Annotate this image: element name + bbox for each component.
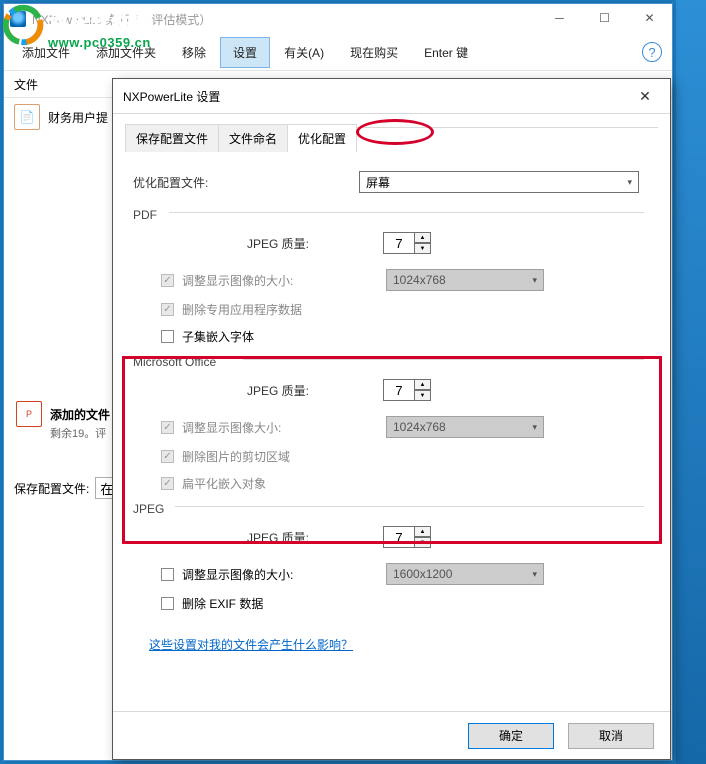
file-sub: 剩余19。评 [50, 425, 110, 441]
jpeg-resize-select: 1600x1200▾ [386, 563, 544, 585]
pdf-appdata-check [161, 303, 174, 316]
file-name: 财务用户提 [48, 109, 108, 126]
pdf-resize-select: 1024x768▾ [386, 269, 544, 291]
pdf-quality-spinner[interactable]: ▲▼ [383, 232, 431, 254]
menu-about[interactable]: 有关(A) [272, 38, 336, 67]
spin-up-icon[interactable]: ▲ [415, 526, 431, 537]
ok-button[interactable]: 确定 [468, 723, 554, 749]
minimize-button[interactable]: ─ [537, 4, 582, 32]
added-file-row[interactable]: P 添加的文件 剩余19。评 [16, 399, 110, 441]
maximize-button[interactable]: ☐ [582, 4, 627, 32]
office-crop-check [161, 450, 174, 463]
watermark-logo [2, 2, 48, 48]
spin-down-icon[interactable]: ▼ [415, 390, 431, 401]
pdf-subset-label: 子集嵌入字体 [182, 328, 254, 345]
office-flatten-label: 扁平化嵌入对象 [182, 475, 266, 492]
office-resize-label: 调整显示图像大小: [182, 419, 378, 436]
chevron-down-icon: ▾ [532, 569, 537, 580]
office-quality-input[interactable] [383, 379, 415, 401]
office-resize-check [161, 421, 174, 434]
jpeg-exif-label: 删除 EXIF 数据 [182, 595, 263, 612]
dialog-titlebar: NXPowerLite 设置 ✕ [113, 79, 670, 113]
jpeg-quality-label: JPEG 质量: [133, 382, 333, 399]
save-profile-label: 保存配置文件: [14, 480, 89, 497]
chevron-down-icon: ▾ [627, 177, 632, 188]
menu-settings[interactable]: 设置 [220, 37, 270, 68]
menu-buy[interactable]: 现在购买 [338, 38, 410, 67]
chevron-down-icon: ▾ [532, 275, 537, 286]
help-icon[interactable]: ? [642, 42, 662, 62]
spin-down-icon[interactable]: ▼ [415, 537, 431, 548]
ppt-icon: 📄 [14, 104, 40, 130]
office-flatten-check [161, 477, 174, 490]
window-title: NXPowerLite 桌面 7（评估模式） [32, 11, 211, 28]
settings-dialog: NXPowerLite 设置 ✕ 保存配置文件 文件命名 优化配置 优化配置文件… [112, 78, 671, 760]
cancel-button[interactable]: 取消 [568, 723, 654, 749]
dialog-tabs: 保存配置文件 文件命名 优化配置 [125, 124, 658, 152]
menu-enter-key[interactable]: Enter 键 [412, 38, 480, 67]
tab-optimize[interactable]: 优化配置 [287, 124, 357, 152]
file-name: 添加的文件 [50, 406, 110, 423]
pdf-quality-input[interactable] [383, 232, 415, 254]
close-icon[interactable]: ✕ [630, 83, 660, 109]
pdf-section-title: PDF [133, 208, 650, 222]
spin-up-icon[interactable]: ▲ [415, 379, 431, 390]
desktop-background [676, 0, 706, 764]
profile-value: 屏幕 [366, 174, 390, 191]
office-resize-select: 1024x768▾ [386, 416, 544, 438]
ppt-icon: P [16, 401, 42, 427]
jpeg-resize-check[interactable] [161, 568, 174, 581]
jpeg-quality-label: JPEG 质量: [133, 529, 333, 546]
chevron-down-icon: ▾ [532, 422, 537, 433]
jpeg-section-title: JPEG [133, 502, 650, 516]
spin-down-icon[interactable]: ▼ [415, 243, 431, 254]
col-file: 文件 [14, 76, 38, 93]
help-link[interactable]: 这些设置对我的文件会产生什么影响？ [149, 636, 353, 653]
tab-save-profile[interactable]: 保存配置文件 [125, 124, 219, 152]
office-section-title: Microsoft Office [133, 355, 650, 369]
jpeg-resize-label: 调整显示图像的大小: [182, 566, 378, 583]
dialog-body: 优化配置文件: 屏幕 ▾ PDF JPEG 质量: ▲▼ 调整显示图像的大小: … [113, 152, 670, 653]
menubar: 添加文件 添加文件夹 移除 设置 有关(A) 现在购买 Enter 键 ? [4, 34, 672, 70]
dialog-title: NXPowerLite 设置 [123, 88, 220, 105]
office-crop-label: 删除图片的剪切区域 [182, 448, 290, 465]
pdf-resize-check [161, 274, 174, 287]
menu-remove[interactable]: 移除 [170, 38, 218, 67]
profile-label: 优化配置文件: [133, 174, 253, 191]
titlebar: NXPowerLite 桌面 7（评估模式） ─ ☐ ✕ [4, 4, 672, 34]
office-quality-spinner[interactable]: ▲▼ [383, 379, 431, 401]
jpeg-exif-check[interactable] [161, 597, 174, 610]
menu-add-folder[interactable]: 添加文件夹 [84, 38, 168, 67]
spin-up-icon[interactable]: ▲ [415, 232, 431, 243]
close-button[interactable]: ✕ [627, 4, 672, 32]
pdf-resize-label: 调整显示图像的大小: [182, 272, 378, 289]
profile-select[interactable]: 屏幕 ▾ [359, 171, 639, 193]
tab-file-naming[interactable]: 文件命名 [218, 124, 288, 152]
jpeg-quality-input[interactable] [383, 526, 415, 548]
jpeg-quality-label: JPEG 质量: [133, 235, 333, 252]
pdf-subset-check[interactable] [161, 330, 174, 343]
jpeg-quality-spinner[interactable]: ▲▼ [383, 526, 431, 548]
pdf-appdata-label: 删除专用应用程序数据 [182, 301, 302, 318]
dialog-footer: 确定 取消 [113, 711, 670, 759]
